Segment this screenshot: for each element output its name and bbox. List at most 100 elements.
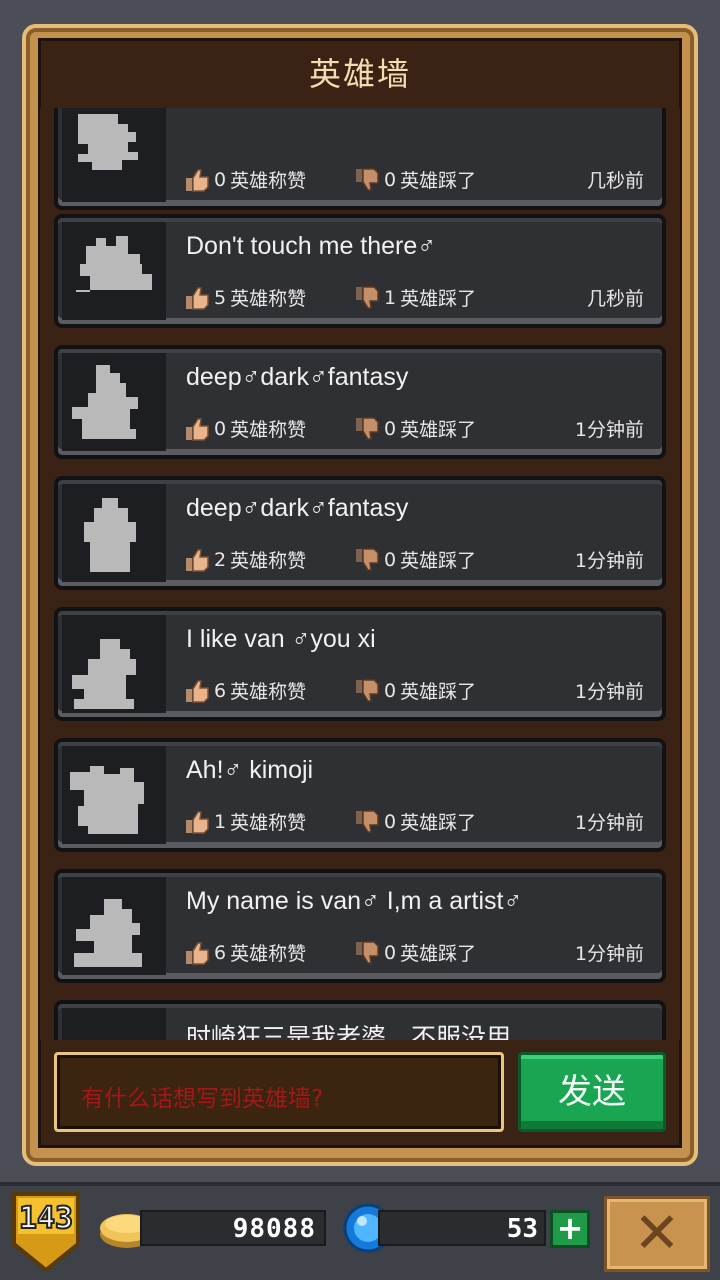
avatar — [62, 1008, 166, 1040]
post-meta: 1 英雄称赞 0 英雄踩了 1分钟前 — [184, 808, 644, 838]
close-icon: ✕ — [633, 1201, 681, 1266]
post-time: 1分钟前 — [574, 943, 644, 965]
thumbs-down-icon — [356, 678, 379, 702]
post-message: deep♂dark♂fantasy — [186, 494, 409, 522]
post-meta: 6 英雄称赞 0 英雄踩了 1分钟前 — [184, 939, 644, 969]
avatar — [62, 746, 166, 844]
avatar-silhouette-icon — [76, 236, 152, 292]
post-meta: 0 英雄称赞 0 英雄踩了 1分钟前 — [184, 415, 644, 445]
gem-counter: 53 — [378, 1210, 546, 1246]
dislike-count: 0 — [384, 548, 397, 571]
like-label: 英雄称赞 — [230, 812, 307, 834]
like-button[interactable]: 2 英雄称赞 — [184, 546, 306, 573]
avatar-silhouette-icon — [78, 114, 138, 170]
post-time: 几秒前 — [586, 170, 644, 192]
like-button[interactable]: 0 英雄称赞 — [184, 166, 306, 193]
post-time: 几秒前 — [586, 288, 644, 310]
dislike-count: 1 — [384, 286, 397, 309]
hero-wall-post[interactable]: deep♂dark♂fantasy 0 英雄称赞 0 英雄踩了 1分钟前 — [54, 345, 666, 459]
dislike-label: 英雄踩了 — [400, 812, 477, 834]
avatar — [62, 484, 166, 582]
thumbs-down-icon — [356, 416, 379, 440]
hero-wall-post[interactable]: I like van ♂you xi 6 英雄称赞 0 英雄踩了 1分钟前 — [54, 607, 666, 721]
dislike-button[interactable]: 0 英雄踩了 — [354, 546, 476, 573]
shield-badge-icon: 143 — [12, 1192, 80, 1273]
avatar — [62, 615, 166, 713]
thumbs-up-icon — [186, 941, 209, 965]
dislike-count: 0 — [384, 417, 397, 440]
hero-wall-post[interactable]: 时崎狂三是我老婆，不服没用 — [54, 1000, 666, 1040]
post-time: 1分钟前 — [574, 681, 644, 703]
like-label: 英雄称赞 — [230, 288, 307, 310]
dislike-label: 英雄踩了 — [400, 550, 477, 572]
post-message: Don't touch me there♂ — [186, 232, 437, 260]
like-button[interactable]: 0 英雄称赞 — [184, 415, 306, 442]
thumbs-up-icon — [186, 286, 209, 310]
like-button[interactable]: 6 英雄称赞 — [184, 677, 306, 704]
add-gems-button[interactable]: + — [550, 1210, 590, 1248]
like-label: 英雄称赞 — [230, 419, 307, 441]
post-time: 1分钟前 — [574, 419, 644, 441]
thumbs-up-icon — [186, 548, 209, 572]
hero-wall-screen: 英雄墙 0 英雄称赞 0 英雄踩了 几秒前 Don't touch me the… — [0, 0, 720, 1280]
dislike-button[interactable]: 0 英雄踩了 — [354, 939, 476, 966]
plus-icon: + — [556, 1209, 584, 1247]
avatar — [62, 877, 166, 975]
thumbs-down-icon — [356, 285, 379, 309]
avatar-silhouette-icon — [72, 365, 138, 439]
like-count: 6 — [214, 941, 227, 964]
dislike-label: 英雄踩了 — [400, 419, 477, 441]
thumbs-up-icon — [186, 679, 209, 703]
dislike-button[interactable]: 0 英雄踩了 — [354, 415, 476, 442]
dislike-label: 英雄踩了 — [400, 288, 477, 310]
thumbs-up-icon — [186, 417, 209, 441]
like-label: 英雄称赞 — [230, 170, 307, 192]
hero-wall-post[interactable]: My name is van♂ I,m a artist♂ 6 英雄称赞 0 英… — [54, 869, 666, 983]
hero-wall-post[interactable]: deep♂dark♂fantasy 2 英雄称赞 0 英雄踩了 1分钟前 — [54, 476, 666, 590]
hero-wall-post[interactable]: 0 英雄称赞 0 英雄踩了 几秒前 — [54, 108, 666, 210]
post-meta: 2 英雄称赞 0 英雄踩了 1分钟前 — [184, 546, 644, 576]
like-button[interactable]: 5 英雄称赞 — [184, 284, 306, 311]
gem-value: 53 — [506, 1214, 538, 1244]
page-title: 英雄墙 — [308, 55, 411, 93]
dislike-label: 英雄踩了 — [400, 943, 477, 965]
dislike-button[interactable]: 0 英雄踩了 — [354, 677, 476, 704]
send-button[interactable]: 发送 — [518, 1052, 666, 1132]
post-message: Ah!♂ kimoji — [186, 756, 314, 784]
hero-wall-list[interactable]: 0 英雄称赞 0 英雄踩了 几秒前 Don't touch me there♂ — [40, 108, 680, 1040]
message-placeholder: 有什么话想写到英雄墙? — [81, 1086, 324, 1112]
avatar-silhouette-icon — [72, 639, 136, 709]
dislike-button[interactable]: 0 英雄踩了 — [354, 166, 476, 193]
like-button[interactable]: 6 英雄称赞 — [184, 939, 306, 966]
like-count: 6 — [214, 679, 227, 702]
dislike-button[interactable]: 1 英雄踩了 — [354, 284, 476, 311]
avatar-silhouette-icon — [84, 498, 136, 572]
avatar-silhouette-icon — [70, 766, 144, 834]
like-button[interactable]: 1 英雄称赞 — [184, 808, 306, 835]
like-count: 2 — [214, 548, 227, 571]
message-input[interactable]: 有什么话想写到英雄墙? — [54, 1052, 504, 1132]
thumbs-up-icon — [186, 810, 209, 834]
hero-wall-post[interactable]: Ah!♂ kimoji 1 英雄称赞 0 英雄踩了 1分钟前 — [54, 738, 666, 852]
close-button[interactable]: ✕ — [604, 1196, 710, 1272]
thumbs-down-icon — [356, 940, 379, 964]
avatar — [62, 108, 166, 202]
post-meta: 5 英雄称赞 1 英雄踩了 几秒前 — [184, 284, 644, 314]
post-message: deep♂dark♂fantasy — [186, 363, 409, 391]
dislike-label: 英雄踩了 — [400, 170, 477, 192]
dislike-count: 0 — [384, 941, 397, 964]
thumbs-up-icon — [186, 168, 209, 192]
dislike-button[interactable]: 0 英雄踩了 — [354, 808, 476, 835]
send-button-label: 发送 — [558, 1072, 626, 1112]
thumbs-down-icon — [356, 809, 379, 833]
thumbs-down-icon — [356, 547, 379, 571]
post-time: 1分钟前 — [574, 812, 644, 834]
dislike-count: 0 — [384, 168, 397, 191]
post-meta: 0 英雄称赞 0 英雄踩了 几秒前 — [184, 166, 644, 196]
thumbs-down-icon — [356, 167, 379, 191]
dislike-count: 0 — [384, 810, 397, 833]
post-meta: 6 英雄称赞 0 英雄踩了 1分钟前 — [184, 677, 644, 707]
like-label: 英雄称赞 — [230, 943, 307, 965]
hero-wall-post[interactable]: Don't touch me there♂ 5 英雄称赞 1 英雄踩了 几秒前 — [54, 214, 666, 328]
post-message: 时崎狂三是我老婆，不服没用 — [186, 1024, 512, 1040]
